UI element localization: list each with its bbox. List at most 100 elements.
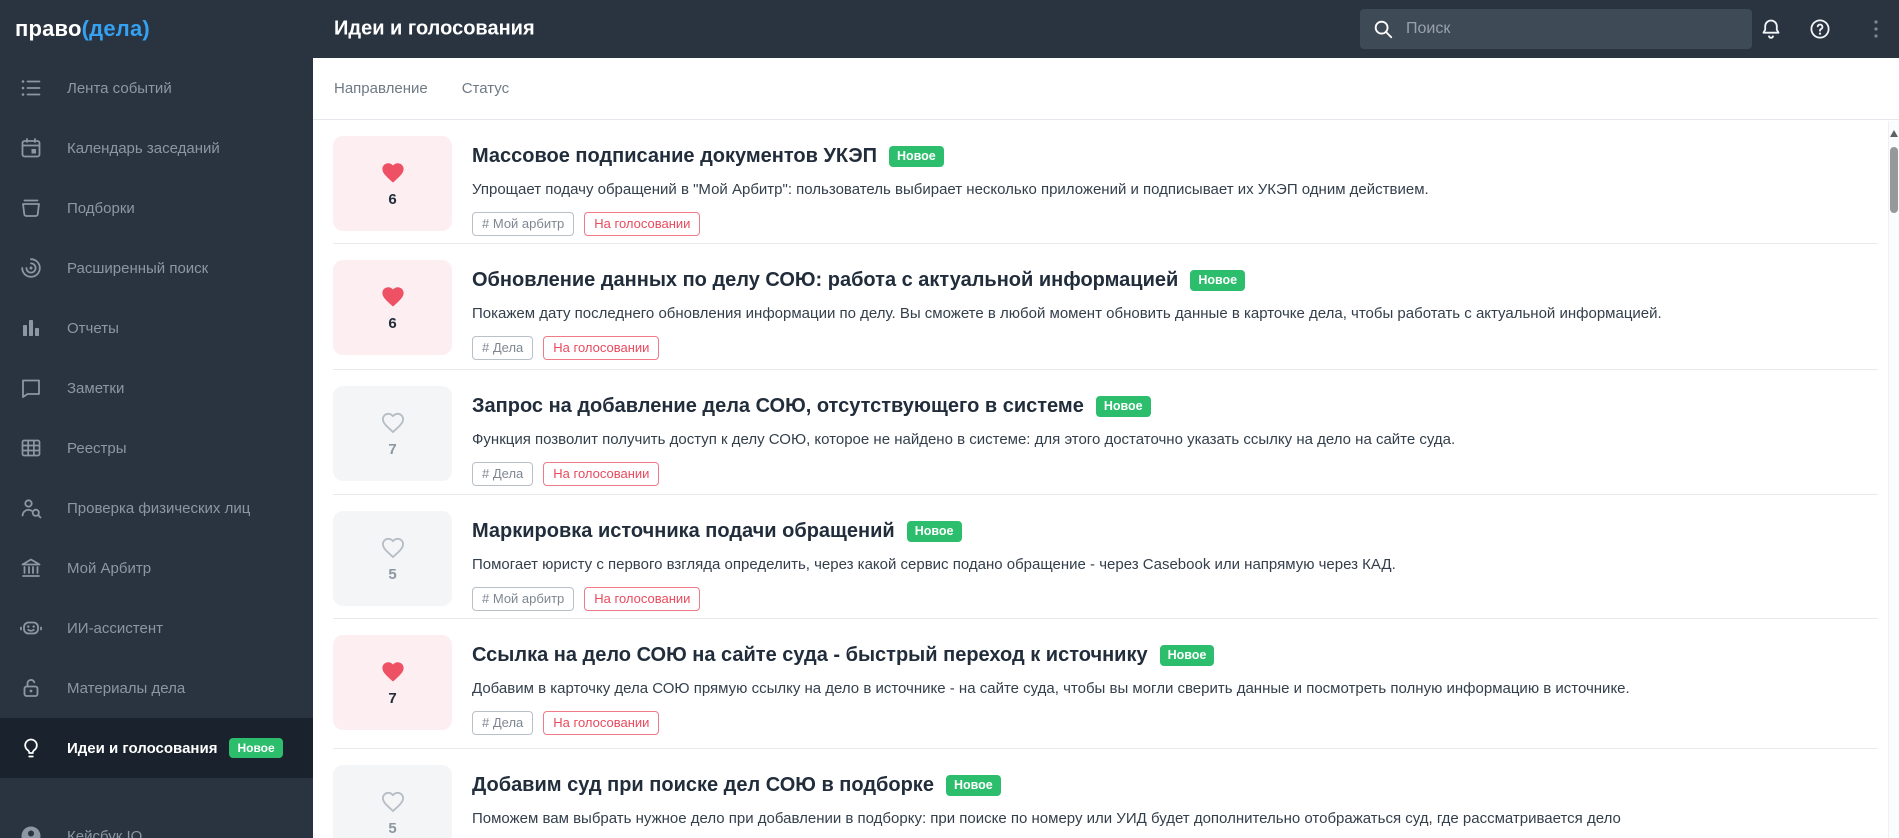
search-input[interactable] [1404,19,1740,39]
vote-count: 5 [388,820,397,837]
sidebar-item-label: Идеи и голосования [67,739,218,757]
notifications-bell-icon[interactable] [1759,17,1783,41]
sidebar-item-registers[interactable]: Реестры [0,418,313,478]
status-tag: На голосовании [543,336,660,361]
vote-button[interactable]: 7 [333,386,452,481]
vote-button[interactable]: 6 [333,136,452,231]
idea-title-row: Маркировка источника подачи обращений Нов… [472,520,1396,543]
logo-brand-accent: (дела) [81,16,150,41]
new-badge: Новое [1159,644,1215,667]
topic-tag: # Дела [472,462,534,487]
idea-card[interactable]: 6 Массовое подписание документов УКЭП Ново… [333,120,1878,244]
idea-title-row: Ссылка на дело СОЮ на сайте суда - быстр… [472,644,1630,667]
feed-icon [19,76,43,100]
page-title: Идеи и голосования [334,17,535,40]
idea-title[interactable]: Обновление данных по делу СОЮ: работа с … [472,269,1178,292]
vote-count: 6 [388,191,397,208]
new-badge: Новое [1095,395,1151,418]
sidebar-menu: Лента событий Календарь заседаний Подборки… [0,58,313,838]
new-badge: Новое [888,145,944,168]
filter-direction[interactable]: Направление [334,80,428,97]
sidebar-item-notes[interactable]: Заметки [0,358,313,418]
vote-button[interactable]: 5 [333,511,452,606]
sidebar-item-calendar[interactable]: Календарь заседаний [0,118,313,178]
idea-title-row: Массовое подписание документов УКЭП Новое [472,145,1429,168]
kebab-menu-icon[interactable] [1864,17,1888,41]
vote-button[interactable]: 5 [333,765,452,838]
help-icon[interactable] [1808,17,1832,41]
reports-icon [19,316,43,340]
scrollbar-track[interactable] [1888,121,1899,838]
sidebar-item-label: Лента событий [67,79,172,97]
idea-card[interactable]: 5 Добавим суд при поиске дел СОЮ в подбор… [333,749,1878,838]
sidebar-item-casebook-iq[interactable]: Кейсбук IQ [0,806,313,838]
sidebar-item-collections[interactable]: Подборки [0,178,313,238]
new-badge: Новое [945,774,1001,797]
logo-brand: право [15,16,82,41]
filter-status[interactable]: Статус [462,80,509,97]
sidebar-item-label: Заметки [67,379,125,397]
sidebar-item-ai-assistant[interactable]: ИИ-ассистент [0,598,313,658]
idea-title[interactable]: Ссылка на дело СОЮ на сайте суда - быстр… [472,644,1148,667]
app-logo[interactable]: право (дела) [0,0,313,58]
idea-body: Обновление данных по делу СОЮ: работа с … [472,260,1662,369]
idea-tags: # Дела На голосовании [472,462,1455,487]
sidebar-item-adv-search[interactable]: Расширенный поиск [0,238,313,298]
idea-tags: # Мой арбитр На голосовании [472,212,1429,237]
idea-title-row: Добавим суд при поиске дел СОЮ в подборк… [472,774,1621,797]
idea-body: Массовое подписание документов УКЭП Новое… [472,136,1429,243]
vote-button[interactable]: 6 [333,260,452,355]
sidebar-item-label: Материалы дела [67,679,186,697]
idea-card[interactable]: 5 Маркировка источника подачи обращений Но… [333,495,1878,619]
sidebar-item-reports[interactable]: Отчеты [0,298,313,358]
idea-body: Маркировка источника подачи обращений Нов… [472,511,1396,618]
calendar-icon [19,136,43,160]
ideas-icon [19,736,43,760]
heart-icon [379,659,407,685]
idea-title-row: Запрос на добавление дела СОЮ, отсутству… [472,395,1455,418]
sidebar-item-label: Календарь заседаний [67,139,220,157]
sidebar-item-label: Мой Арбитр [67,559,152,577]
ideas-list: 6 Массовое подписание документов УКЭП Ново… [313,120,1899,838]
idea-title-row: Обновление данных по делу СОЮ: работа с … [472,269,1662,292]
idea-card[interactable]: 6 Обновление данных по делу СОЮ: работа с… [333,244,1878,370]
search-icon [1372,18,1394,40]
heart-icon [379,789,407,815]
registers-icon [19,436,43,460]
topbar: Идеи и голосования [313,0,1899,58]
heart-icon [379,160,407,186]
adv-search-icon [19,256,43,280]
idea-title[interactable]: Маркировка источника подачи обращений [472,520,895,543]
vote-button[interactable]: 7 [333,635,452,730]
sidebar-item-label: Отчеты [67,319,119,337]
ai-assistant-icon [19,616,43,640]
casebook-iq-icon [19,824,43,838]
scrollbar-up-arrow-icon[interactable] [1890,130,1898,137]
app-window: право (дела) Лента событий Календарь засед… [0,0,1899,838]
idea-description: Покажем дату последнего обновления инфор… [472,305,1662,322]
status-tag: На голосовании [584,587,701,612]
idea-title[interactable]: Массовое подписание документов УКЭП [472,145,877,168]
sidebar-item-my-arbitr[interactable]: Мой Арбитр [0,538,313,598]
sidebar-item-person-check[interactable]: Проверка физических лиц [0,478,313,538]
heart-icon [379,284,407,310]
scrollbar-thumb[interactable] [1890,147,1898,213]
sidebar-item-label: Реестры [67,439,127,457]
vote-count: 7 [388,690,397,707]
idea-card[interactable]: 7 Ссылка на дело СОЮ на сайте суда - быст… [333,619,1878,749]
idea-card[interactable]: 7 Запрос на добавление дела СОЮ, отсутств… [333,370,1878,495]
idea-title[interactable]: Запрос на добавление дела СОЮ, отсутству… [472,395,1084,418]
vote-count: 7 [388,441,397,458]
sidebar-item-ideas[interactable]: Идеи и голосования Новое [0,718,313,778]
sidebar-item-feed[interactable]: Лента событий [0,58,313,118]
sidebar-item-label: Расширенный поиск [67,259,209,277]
idea-description: Помогает юристу с первого взгляда опреде… [472,556,1396,573]
main-content: Направление Статус 6 Массовое подписание … [313,58,1899,838]
search-box[interactable] [1360,9,1752,49]
sidebar-item-case-materials[interactable]: Материалы дела [0,658,313,718]
topic-tag: # Дела [472,711,534,736]
collections-icon [19,196,43,220]
sidebar-item-label: ИИ-ассистент [67,619,163,637]
idea-description: Упрощает подачу обращений в "Мой Арбитр"… [472,181,1429,198]
idea-title[interactable]: Добавим суд при поиске дел СОЮ в подборк… [472,774,934,797]
